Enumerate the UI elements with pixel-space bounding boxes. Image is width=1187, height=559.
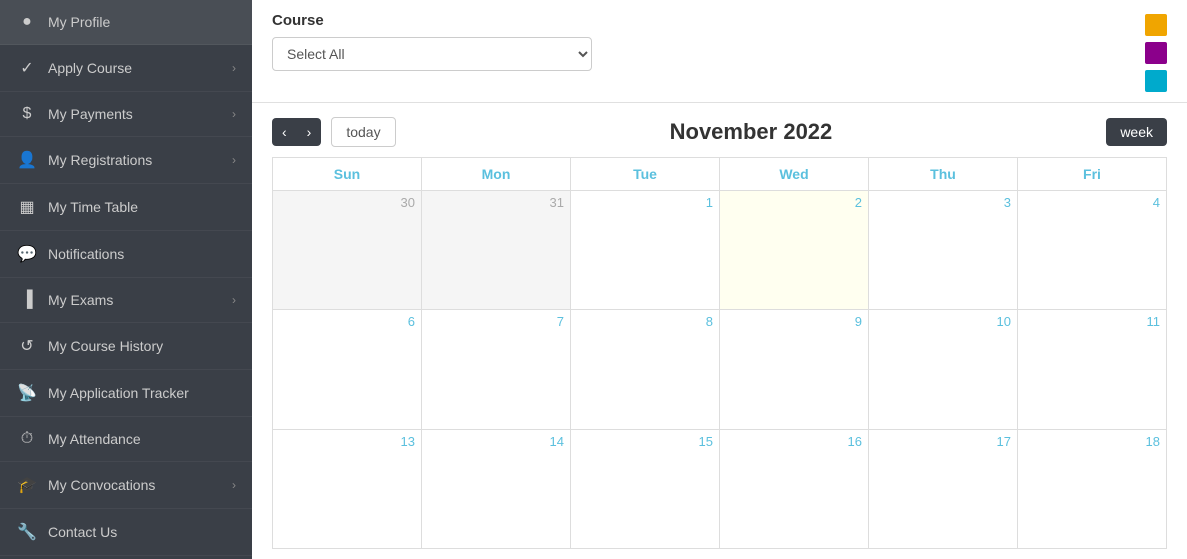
sidebar: ● My Profile ✓ Apply Course › $ My Payments › 👤 M… xyxy=(0,0,252,559)
cal-header-thu: Thu xyxy=(869,158,1018,191)
next-button[interactable]: › xyxy=(297,118,322,146)
calendar-toolbar: ‹ › today November 2022 week xyxy=(252,103,1187,157)
color-legend-1 xyxy=(1145,42,1167,64)
notifications-icon: 💬 xyxy=(16,244,38,264)
cal-cell-2-3[interactable]: 16 xyxy=(720,430,869,549)
sidebar-item-my-timetable[interactable]: ▦ My Time Table xyxy=(0,184,252,231)
cal-cell-1-5[interactable]: 11 xyxy=(1018,310,1167,429)
cal-cell-2-0[interactable]: 13 xyxy=(273,430,422,549)
sidebar-item-contact-us[interactable]: 🔧 Contact Us xyxy=(0,509,252,556)
prev-button[interactable]: ‹ xyxy=(272,118,297,146)
cal-cell-1-1[interactable]: 7 xyxy=(422,310,571,429)
cal-cell-0-1[interactable]: 31 xyxy=(422,191,571,310)
sidebar-label-my-timetable: My Time Table xyxy=(48,199,138,215)
my-profile-icon: ● xyxy=(16,13,38,31)
cal-cell-2-5[interactable]: 18 xyxy=(1018,430,1167,549)
cal-cell-2-2[interactable]: 15 xyxy=(571,430,720,549)
week-button[interactable]: week xyxy=(1106,118,1167,146)
calendar: SunMonTueWedThuFri 303112346789101113141… xyxy=(252,157,1187,559)
cal-cell-1-3[interactable]: 9 xyxy=(720,310,869,429)
sidebar-label-my-payments: My Payments xyxy=(48,106,133,122)
course-selector: Course Select All xyxy=(272,12,592,71)
sidebar-item-my-convocations[interactable]: 🎓 My Convocations › xyxy=(0,462,252,509)
sidebar-label-my-course-history: My Course History xyxy=(48,338,163,354)
sidebar-label-my-profile: My Profile xyxy=(48,14,110,30)
cal-header-mon: Mon xyxy=(422,158,571,191)
apply-course-icon: ✓ xyxy=(16,58,38,78)
sidebar-label-my-attendance: My Attendance xyxy=(48,431,141,447)
cal-cell-0-2[interactable]: 1 xyxy=(571,191,720,310)
my-exams-icon: ▐ xyxy=(16,291,38,309)
course-label: Course xyxy=(272,12,592,29)
chevron-icon-my-registrations: › xyxy=(232,153,236,167)
cal-row-1: 67891011 xyxy=(273,310,1167,429)
sidebar-item-my-profile[interactable]: ● My Profile xyxy=(0,0,252,45)
sidebar-label-my-exams: My Exams xyxy=(48,292,113,308)
chevron-icon-apply-course: › xyxy=(232,61,236,75)
my-application-tracker-icon: 📡 xyxy=(16,383,38,403)
sidebar-item-my-attendance[interactable]: ⏱ My Attendance xyxy=(0,417,252,462)
my-payments-icon: $ xyxy=(16,105,38,123)
cal-header-tue: Tue xyxy=(571,158,720,191)
cal-cell-1-4[interactable]: 10 xyxy=(869,310,1018,429)
cal-cell-0-3[interactable]: 2 xyxy=(720,191,869,310)
sidebar-label-apply-course: Apply Course xyxy=(48,60,132,76)
my-convocations-icon: 🎓 xyxy=(16,475,38,495)
sidebar-label-my-application-tracker: My Application Tracker xyxy=(48,385,189,401)
cal-cell-0-0[interactable]: 30 xyxy=(273,191,422,310)
cal-cell-2-4[interactable]: 17 xyxy=(869,430,1018,549)
today-button[interactable]: today xyxy=(331,117,395,147)
cal-cell-2-1[interactable]: 14 xyxy=(422,430,571,549)
cal-cell-0-5[interactable]: 4 xyxy=(1018,191,1167,310)
calendar-body: 3031123467891011131415161718 xyxy=(272,191,1167,549)
sidebar-item-my-registrations[interactable]: 👤 My Registrations › xyxy=(0,137,252,184)
my-registrations-icon: 👤 xyxy=(16,150,38,170)
top-area: Course Select All xyxy=(252,0,1187,103)
course-select[interactable]: Select All xyxy=(272,37,592,71)
chevron-icon-my-convocations: › xyxy=(232,478,236,492)
chevron-icon-my-exams: › xyxy=(232,293,236,307)
chevron-icon-my-payments: › xyxy=(232,107,236,121)
cal-cell-1-2[interactable]: 8 xyxy=(571,310,720,429)
sidebar-label-notifications: Notifications xyxy=(48,246,124,262)
my-attendance-icon: ⏱ xyxy=(16,430,38,448)
sidebar-item-my-payments[interactable]: $ My Payments › xyxy=(0,92,252,137)
sidebar-label-contact-us: Contact Us xyxy=(48,524,117,540)
cal-header-wed: Wed xyxy=(720,158,869,191)
color-legend xyxy=(1145,14,1167,92)
cal-cell-1-0[interactable]: 6 xyxy=(273,310,422,429)
color-legend-2 xyxy=(1145,70,1167,92)
sidebar-item-my-application-tracker[interactable]: 📡 My Application Tracker xyxy=(0,370,252,417)
contact-us-icon: 🔧 xyxy=(16,522,38,542)
sidebar-item-my-course-history[interactable]: ↺ My Course History xyxy=(0,323,252,370)
calendar-title: November 2022 xyxy=(396,119,1107,145)
my-timetable-icon: ▦ xyxy=(16,197,38,217)
cal-header-sun: Sun xyxy=(273,158,422,191)
sidebar-item-apply-course[interactable]: ✓ Apply Course › xyxy=(0,45,252,92)
sidebar-item-notifications[interactable]: 💬 Notifications xyxy=(0,231,252,278)
my-course-history-icon: ↺ xyxy=(16,336,38,356)
sidebar-label-my-convocations: My Convocations xyxy=(48,477,155,493)
main-content: Course Select All ‹ › today November 202… xyxy=(252,0,1187,559)
nav-btn-group: ‹ › xyxy=(272,118,321,146)
cal-cell-0-4[interactable]: 3 xyxy=(869,191,1018,310)
calendar-header: SunMonTueWedThuFri xyxy=(272,157,1167,191)
cal-header-fri: Fri xyxy=(1018,158,1167,191)
sidebar-item-my-exams[interactable]: ▐ My Exams › xyxy=(0,278,252,323)
sidebar-label-my-registrations: My Registrations xyxy=(48,152,152,168)
cal-row-0: 30311234 xyxy=(273,191,1167,310)
cal-row-2: 131415161718 xyxy=(273,430,1167,549)
color-legend-0 xyxy=(1145,14,1167,36)
